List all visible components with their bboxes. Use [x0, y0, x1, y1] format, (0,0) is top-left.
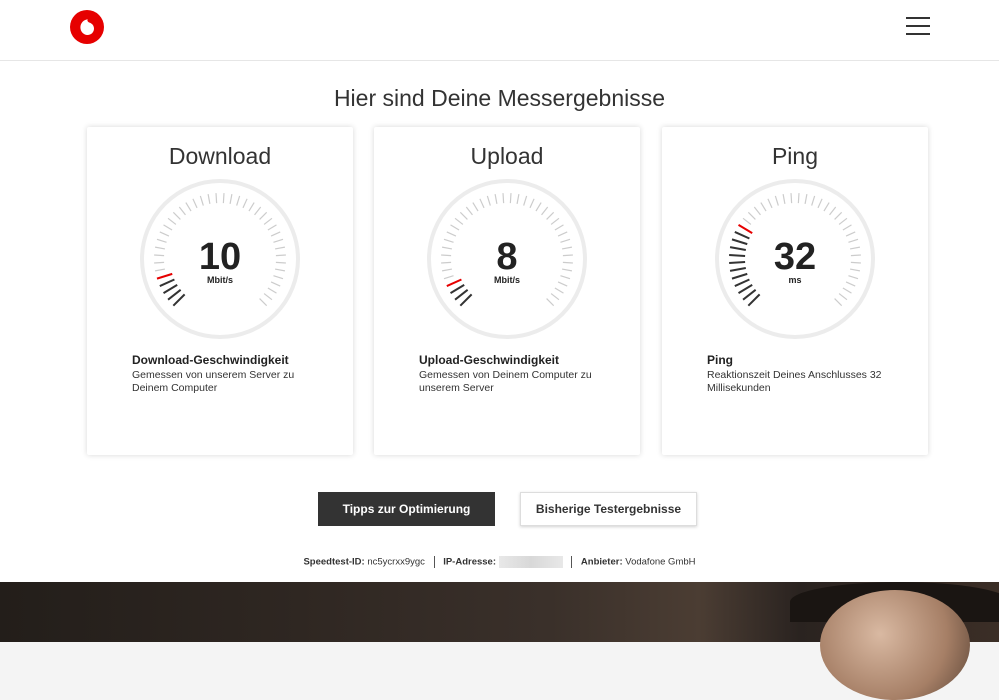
gauge-tick	[275, 254, 286, 257]
tips-button[interactable]: Tipps zur Optimierung	[318, 492, 495, 526]
provider-label: Anbieter:	[580, 556, 623, 568]
card-label: Download-Geschwindigkeit	[132, 353, 289, 367]
page-title: Hier sind Deine Messergebnisse	[333, 85, 666, 111]
card-title: Upload	[470, 143, 544, 169]
upload-gauge: 8 Mbit/s	[427, 179, 587, 339]
gauge-tick	[215, 193, 218, 204]
gauge-tick	[729, 261, 746, 264]
ip-label: IP-Adresse:	[443, 556, 496, 568]
card-title: Ping	[771, 143, 819, 169]
gauge-tick	[850, 261, 861, 264]
gauge-tick	[275, 261, 286, 264]
menu-line	[906, 17, 930, 19]
gauge-value: 32	[774, 236, 816, 278]
gauge-unit: Mbit/s	[207, 275, 233, 285]
header	[0, 0, 999, 61]
gauge-tick	[729, 254, 746, 257]
gauge-tick	[850, 254, 861, 257]
menu-line	[906, 25, 930, 27]
gauge-tick	[502, 193, 505, 204]
hero-photo-face	[820, 590, 970, 700]
gauge-tick	[790, 193, 793, 204]
card-label: Upload-Geschwindigkeit	[419, 353, 560, 367]
gauge-tick	[441, 254, 452, 257]
gauge-tick	[509, 193, 512, 204]
gauge-tick	[797, 193, 800, 204]
gauge-tick	[154, 254, 165, 257]
gauge-tick	[562, 254, 573, 257]
gauge-tick	[441, 261, 452, 264]
history-button[interactable]: Bisherige Testergebnisse	[520, 492, 697, 526]
ping-gauge: 32 ms	[715, 179, 875, 339]
gauge-tick	[222, 193, 225, 204]
gauge-unit: Mbit/s	[494, 275, 520, 285]
hero-photo	[0, 582, 999, 700]
gauge-tick	[154, 261, 165, 264]
download-gauge: 10 Mbit/s	[140, 179, 300, 339]
ip-redacted	[498, 556, 563, 568]
menu-line	[906, 33, 930, 35]
test-info-bar: Speedtest-ID: nc5ycrxx9ygc IP-Adresse: A…	[0, 556, 999, 568]
card-description: Gemessen von unserem Server zu Deinem Co…	[132, 369, 295, 394]
ping-card: Ping 32 ms Ping Reaktionszeit Deines Ans…	[662, 127, 928, 455]
divider	[433, 556, 435, 568]
gauge-value: 8	[496, 236, 517, 278]
provider-value: Vodafone GmbH	[625, 556, 696, 568]
speedtest-id-value: nc5ycrxx9ygc	[367, 556, 425, 568]
results-section: Hier sind Deine Messergebnisse Download …	[0, 61, 999, 582]
card-label: Ping	[707, 353, 733, 367]
card-description: Gemessen von Deinem Computer zu unserem …	[419, 369, 592, 394]
gauge-value: 10	[199, 236, 241, 278]
hamburger-menu-icon[interactable]	[906, 17, 930, 37]
gauge-tick	[562, 261, 573, 264]
card-title: Download	[168, 143, 272, 169]
download-card: Download 10 Mbit/s Download-Geschwindigk…	[87, 127, 353, 455]
card-description: Reaktionszeit Deines Anschlusses 32 Mill…	[707, 369, 882, 394]
gauge-unit: ms	[788, 275, 801, 285]
vodafone-logo-icon[interactable]	[70, 10, 104, 44]
upload-card: Upload 8 Mbit/s Upload-Geschwindigkeit G…	[374, 127, 640, 455]
divider	[571, 556, 573, 568]
speedtest-id-label: Speedtest-ID:	[303, 556, 365, 568]
